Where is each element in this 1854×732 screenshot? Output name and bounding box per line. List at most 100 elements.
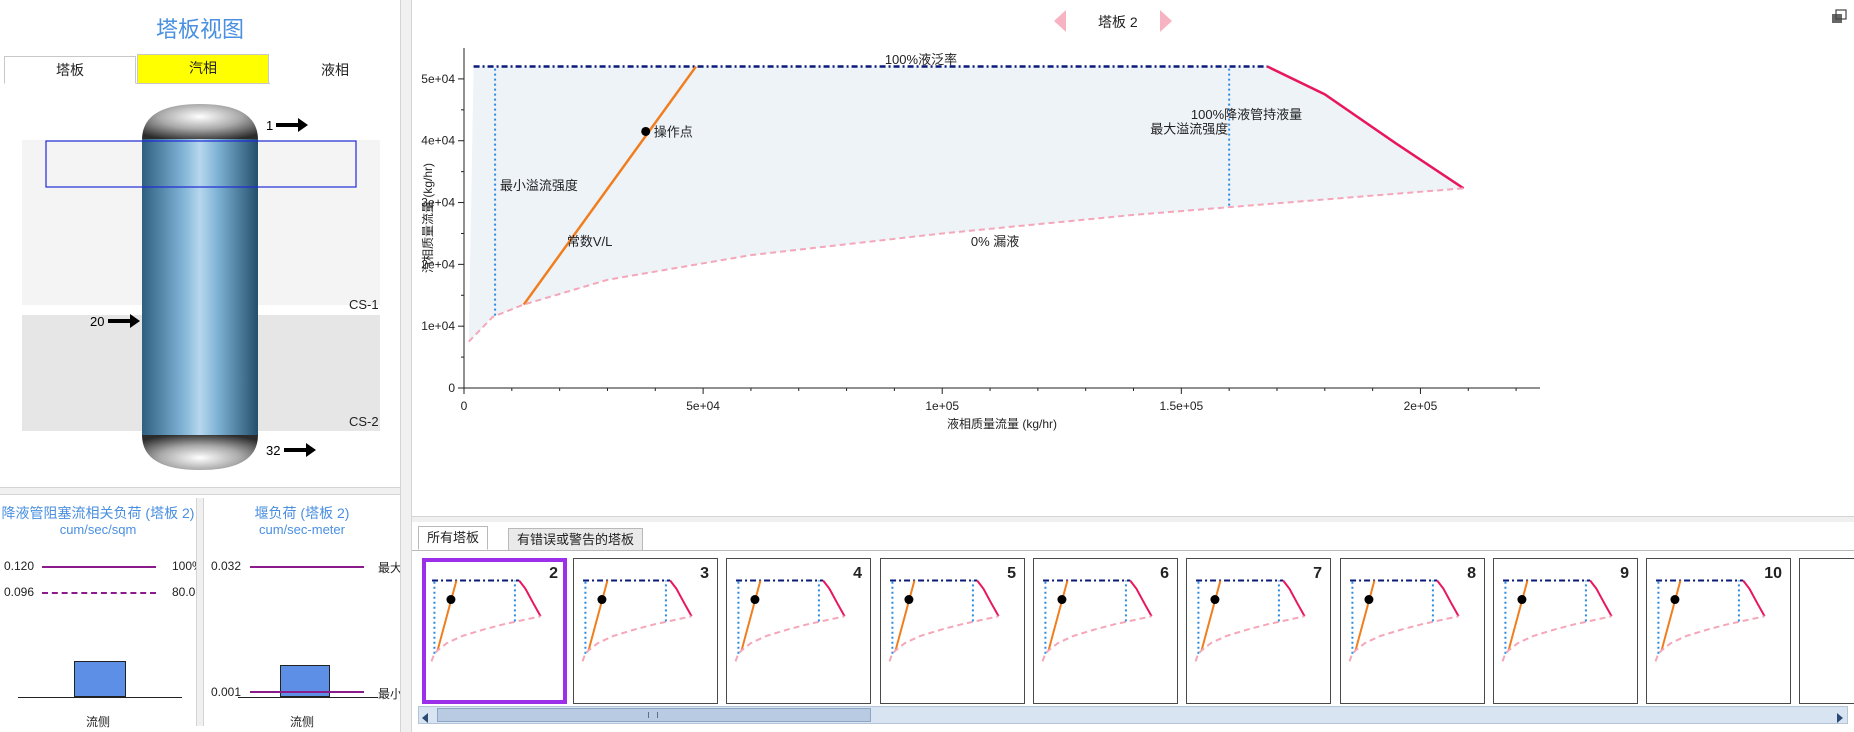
gauge-splitter[interactable] (196, 498, 204, 726)
mini-series-line (581, 615, 692, 662)
chart-horizontal-splitter[interactable] (412, 516, 1854, 522)
tray-mini-chart (1348, 579, 1460, 662)
gauge1-xlabel: 流侧 (85, 715, 110, 729)
gauge1-warn-value: 0.096 (4, 585, 35, 599)
mini-operating-point (1210, 595, 1220, 605)
scrollbar-thumb[interactable] (437, 708, 871, 722)
next-tray-icon[interactable] (1158, 10, 1174, 32)
section-label-cs2: CS-2 (349, 414, 379, 429)
mini-operating-point (1517, 595, 1527, 605)
stream-20-label: 20 (90, 314, 105, 329)
column-diagram (22, 104, 380, 470)
annotation-label: 0% 漏液 (971, 234, 1019, 249)
mini-operating-point (1670, 595, 1680, 605)
tray-thumbnail-partial[interactable] (1799, 558, 1854, 704)
scroll-left-icon[interactable] (420, 710, 430, 723)
annotation-label: 最小溢流强度 (500, 178, 578, 193)
gauge2-min-label: 最小 (378, 687, 400, 701)
stable-operation-region (468, 66, 1464, 342)
mini-series-line (1041, 615, 1152, 662)
mini-series-line (1129, 579, 1153, 617)
section-label-cs1: CS-1 (349, 297, 379, 312)
y-tick-label: 5e+04 (421, 72, 455, 86)
stream-32-label: 32 (266, 443, 281, 458)
mini-series-line (1654, 615, 1765, 662)
gauge1-bar (74, 661, 126, 697)
annotation-label: 100%液泛率 (885, 52, 957, 67)
stream-1-arrow (276, 118, 308, 132)
x-tick-label: 1.5e+05 (1159, 399, 1203, 413)
column-body (142, 139, 258, 436)
tab-all-trays[interactable]: 所有塔板 (418, 526, 489, 550)
tray-thumbnail[interactable]: 2 (422, 558, 567, 704)
export-icon[interactable] (1830, 8, 1848, 26)
mini-series-line (888, 615, 999, 662)
tray-thumbnail[interactable]: 3 (573, 558, 718, 704)
scroll-right-icon[interactable] (1835, 710, 1845, 723)
tray-thumbnail[interactable]: 7 (1186, 558, 1331, 704)
left-horizontal-splitter[interactable] (0, 487, 400, 495)
gauge1-baseline (18, 697, 182, 698)
tray-mini-chart (1194, 579, 1306, 662)
downcomer-flood-gauge-unit: cum/sec/sqm (59, 522, 137, 537)
tray-mini-chart (430, 579, 542, 662)
tray-thumbnail[interactable]: 9 (1493, 558, 1638, 704)
main-vertical-splitter[interactable] (400, 0, 412, 732)
mini-series-line (1282, 579, 1306, 617)
annotation-label: 100%降液管持液量 (1191, 107, 1302, 122)
gauge1-max-value: 0.120 (4, 559, 35, 573)
tab-trays-with-errors[interactable]: 有错误或警告的塔板 (508, 528, 644, 552)
gauge2-min-value: 0.001 (211, 685, 242, 699)
y-tick-label: 1e+04 (421, 319, 455, 333)
mini-series-line (1348, 615, 1459, 662)
tray-mini-chart (888, 579, 1000, 662)
mini-series-line (822, 579, 846, 617)
mini-operating-point (597, 595, 607, 605)
annotation-label: 最大溢流强度 (1150, 121, 1228, 136)
mini-series-line (1501, 615, 1612, 662)
mini-operating-point (1364, 595, 1374, 605)
tray-mini-chart (581, 579, 693, 662)
gauge1-max-percent: 100% (172, 559, 196, 573)
weir-load-gauge-unit: cum/sec-meter (259, 522, 345, 537)
operating-point-label: 操作点 (654, 124, 693, 139)
mini-series-line (734, 615, 845, 662)
gauge1-max-line (42, 566, 156, 568)
mini-operating-point (1057, 595, 1067, 605)
tray-mini-chart (734, 579, 846, 662)
tray-thumbnail[interactable]: 5 (880, 558, 1025, 704)
scroll-grip-icon (648, 712, 658, 718)
gauge2-max-label: 最大 (378, 561, 400, 575)
prev-tray-icon[interactable] (1052, 10, 1068, 32)
column-top-cap (142, 104, 258, 140)
tab-vapor[interactable]: 汽相 (137, 54, 269, 84)
downcomer-flood-gauge-title: 降液管阻塞流相关负荷 (塔板 2) (1, 505, 195, 521)
thumbnail-scrollbar[interactable] (418, 706, 1848, 724)
tray-thumbnail[interactable]: 8 (1340, 558, 1485, 704)
mini-series-line (1436, 579, 1460, 617)
operating-point (641, 126, 651, 136)
mini-operating-point (446, 595, 456, 605)
mini-series-line (1194, 615, 1305, 662)
tray-thumbnail[interactable]: 6 (1033, 558, 1178, 704)
tray-thumbnail[interactable]: 4 (726, 558, 871, 704)
current-tray-title: 塔板 2 (1098, 14, 1138, 30)
column-bottom-cap (142, 435, 258, 470)
gauge2-max-line (250, 566, 364, 568)
mini-series-line (1742, 579, 1766, 617)
x-tick-label: 2e+05 (1404, 399, 1438, 413)
y-tick-label: 4e+04 (421, 134, 455, 148)
mini-operating-point (904, 595, 914, 605)
annotation-label: 常数V/L (567, 234, 613, 249)
weir-load-gauge-title: 堰负荷 (塔板 2) (254, 505, 350, 521)
tray-view-panel: 塔板视图 塔板 汽相 液相 1 20 32 CS-1 CS-2 降液管阻塞流相关… (0, 0, 400, 732)
mini-series-line (976, 579, 1000, 617)
stream-32-arrow (284, 443, 316, 457)
tab-tray[interactable]: 塔板 (4, 56, 136, 84)
tab-liquid[interactable]: 液相 (270, 56, 400, 84)
y-axis-label: 汽相质量流量 (kg/hr) (420, 163, 435, 273)
tray-thumbnail[interactable]: 10 (1646, 558, 1791, 704)
tray-mini-chart (1041, 579, 1153, 662)
mini-series-line (430, 615, 541, 662)
operating-chart: 01e+042e+043e+044e+045e+040 5e+04 1e+05 1.5… (420, 48, 1540, 431)
